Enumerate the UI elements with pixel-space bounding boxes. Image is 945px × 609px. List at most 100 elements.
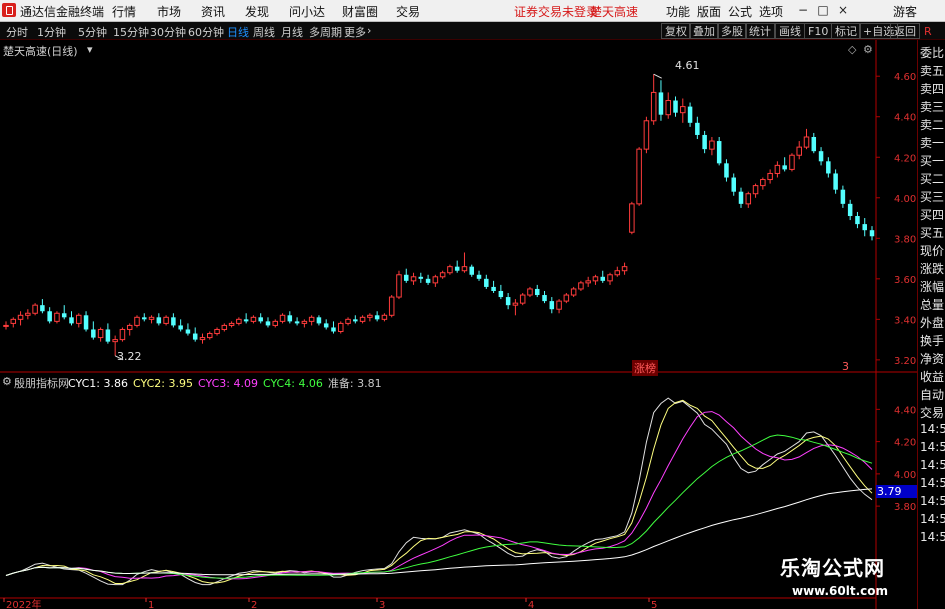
menu-banmian[interactable]: 版面 — [697, 3, 721, 20]
candle-body — [498, 290, 504, 298]
candle-body — [192, 333, 198, 340]
side-panel-item[interactable]: 14:56 — [920, 458, 945, 472]
menu-xuanxiang[interactable]: 选项 — [759, 3, 783, 20]
more-chevron-icon[interactable]: › — [367, 24, 371, 37]
tool-huaxian[interactable]: 画线 — [775, 23, 805, 39]
side-panel-item[interactable]: 委比 — [920, 44, 945, 61]
period-weekly[interactable]: 周线 — [253, 24, 275, 40]
side-panel-item[interactable]: 14:56 — [920, 512, 945, 526]
event-tag-secondary[interactable]: 3 — [842, 360, 849, 373]
side-panel-item[interactable]: 买二 — [920, 170, 945, 187]
candle-body — [25, 312, 31, 316]
indicator-value: CYC4: 4.06 — [262, 377, 323, 390]
side-panel-item[interactable]: 卖二 — [920, 116, 945, 133]
candle-body — [148, 316, 155, 320]
side-panel-item[interactable]: 外盘 — [920, 314, 945, 331]
side-panel-item[interactable]: 14:56 — [920, 530, 945, 544]
side-panel-item[interactable]: 买五 — [920, 224, 945, 241]
main-title-arrow-icon[interactable]: ▾ — [87, 43, 93, 56]
side-panel-item[interactable]: 涨跌 — [920, 260, 945, 277]
tool-biaoji[interactable]: 标记 — [831, 23, 861, 39]
period-more[interactable]: 更多 — [344, 24, 366, 40]
tool-back[interactable]: 返回 — [890, 23, 920, 39]
period-multi[interactable]: 多周期 — [309, 24, 342, 40]
candle-body — [250, 316, 257, 322]
side-panel-item[interactable]: 14:56 — [920, 494, 945, 508]
candle-body — [185, 329, 191, 334]
side-panel-item[interactable]: 卖一 — [920, 134, 945, 151]
side-panel-item[interactable]: 总量 — [920, 296, 945, 313]
tool-diejia[interactable]: 叠加 — [689, 23, 719, 39]
price-tick-label: 3.20 — [894, 356, 916, 367]
side-panel-item[interactable]: 买四 — [920, 206, 945, 223]
candle-body — [461, 266, 468, 272]
side-panel-item[interactable]: 买一 — [920, 152, 945, 169]
candle-body — [112, 339, 118, 343]
menu-caifuquan[interactable]: 财富圈 — [342, 3, 378, 20]
candle-body — [454, 266, 460, 271]
side-panel-item[interactable]: 收益 — [920, 368, 945, 385]
candle-body — [403, 274, 409, 281]
kline-chart-area[interactable]: 4.60 4.40 4.20 4.00 3.80 3.60 3.40 3.20 4.40 4.20… — [0, 40, 917, 609]
side-panel-item[interactable]: 卖四 — [920, 80, 945, 97]
x-tick-label: 3 — [379, 600, 385, 609]
x-tick-label: 1 — [148, 600, 154, 609]
side-panel-item[interactable]: 现价 — [920, 242, 945, 259]
menu-hangqing[interactable]: 行情 — [112, 3, 136, 20]
menu-jiaoyi[interactable]: 交易 — [396, 3, 420, 20]
period-5min[interactable]: 5分钟 — [78, 24, 107, 40]
maximize-icon[interactable]: □ — [815, 2, 831, 18]
side-panel-item[interactable]: 净资 — [920, 350, 945, 367]
candle-body — [10, 318, 17, 324]
event-tag[interactable]: 涨榜 — [632, 360, 658, 376]
menu-wenxiaoda[interactable]: 问小达 — [289, 3, 325, 20]
menu-faxian[interactable]: 发现 — [245, 3, 269, 20]
guest-label[interactable]: 游客 — [893, 3, 917, 20]
candle-body — [556, 300, 562, 310]
gear-icon[interactable]: ⚙ — [863, 43, 873, 56]
side-panel-item[interactable]: 自动 — [920, 386, 945, 403]
diamond-icon[interactable]: ◇ — [848, 43, 856, 56]
tool-tongji[interactable]: 统计 — [745, 23, 775, 39]
watermark-title: 乐淘公式网 — [780, 556, 885, 580]
side-panel-item[interactable]: 卖五 — [920, 62, 945, 79]
candle-body — [826, 161, 831, 174]
side-panel-item[interactable]: 卖三 — [920, 98, 945, 115]
side-panel-item[interactable]: 14:56 — [920, 422, 945, 436]
tool-fuquan[interactable]: 复权 — [661, 23, 691, 39]
menu-zixun[interactable]: 资讯 — [201, 3, 225, 20]
candle-body — [621, 266, 628, 272]
period-daily[interactable]: 日线 — [227, 24, 249, 40]
period-monthly[interactable]: 月线 — [281, 24, 303, 40]
period-1min[interactable]: 1分钟 — [37, 24, 66, 40]
candle-body — [367, 314, 373, 318]
side-panel-item[interactable]: 14:56 — [920, 440, 945, 454]
side-panel-item[interactable]: 买三 — [920, 188, 945, 205]
period-15min[interactable]: 15分钟 — [113, 24, 149, 40]
candle-body — [279, 314, 286, 322]
candle-body — [396, 274, 402, 298]
side-panel-item[interactable]: 交易 — [920, 404, 945, 421]
chart-canvas[interactable]: 4.60 4.40 4.20 4.00 3.80 3.60 3.40 3.20 4.40 4.20… — [0, 40, 917, 609]
side-panel-item[interactable]: 涨幅 — [920, 278, 945, 295]
tool-f10[interactable]: F10 — [804, 23, 833, 39]
close-icon[interactable]: × — [835, 2, 851, 18]
indicator-tick-label: 4.00 — [894, 470, 916, 481]
indicator-gear-icon[interactable]: ⚙ — [2, 375, 12, 388]
period-fenshi[interactable]: 分时 — [6, 24, 28, 40]
r-badge[interactable]: R — [920, 23, 936, 39]
login-notice[interactable]: 证券交易未登录 — [514, 3, 598, 20]
candle-body — [338, 322, 344, 333]
menu-gongshi[interactable]: 公式 — [728, 3, 752, 20]
price-tick-label: 3.60 — [894, 275, 916, 286]
side-panel-item[interactable]: 换手 — [920, 332, 945, 349]
period-30min[interactable]: 30分钟 — [150, 24, 186, 40]
menu-shichang[interactable]: 市场 — [157, 3, 181, 20]
period-60min[interactable]: 60分钟 — [188, 24, 224, 40]
candle-body — [83, 315, 89, 330]
side-panel-item[interactable]: 14:56 — [920, 476, 945, 490]
menu-gongneng[interactable]: 功能 — [666, 3, 690, 20]
candle-layer — [3, 74, 875, 356]
minimize-icon[interactable]: − — [795, 2, 811, 18]
tool-duogu[interactable]: 多股 — [717, 23, 747, 39]
